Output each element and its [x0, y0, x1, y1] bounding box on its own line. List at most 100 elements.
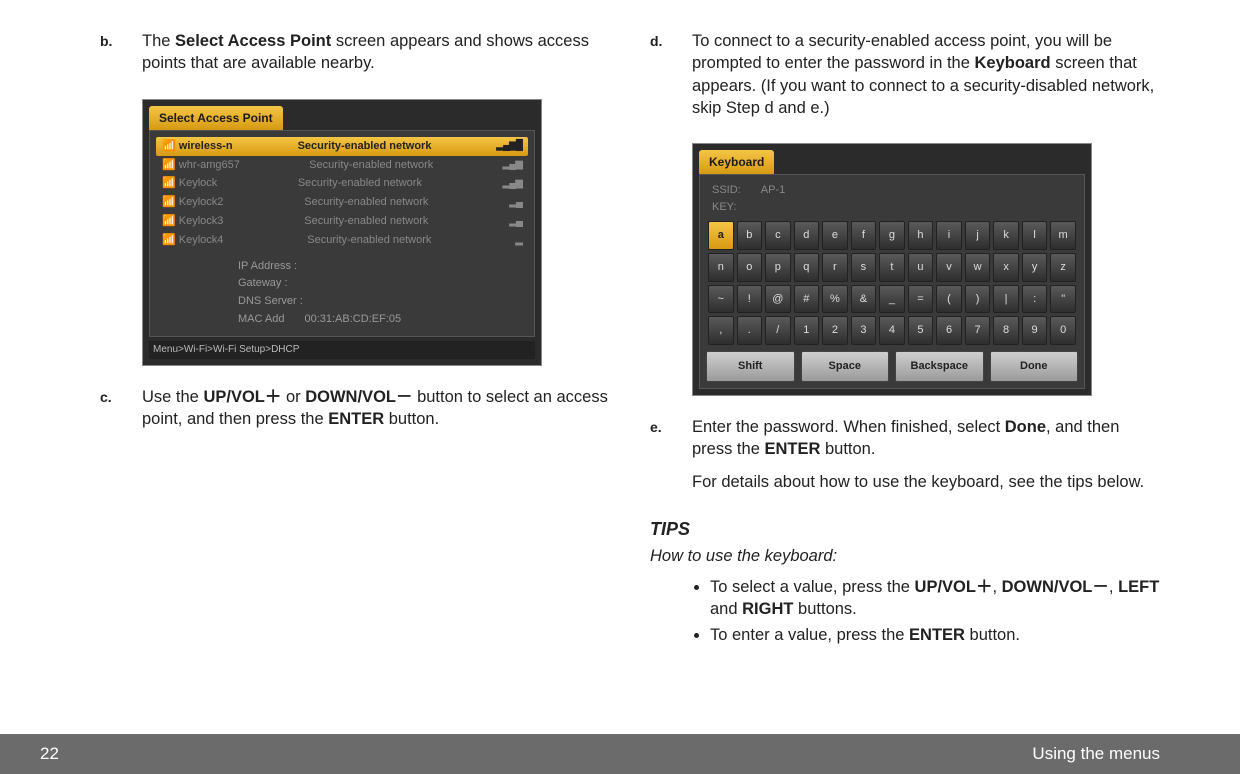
text: To select a value, press the [710, 578, 915, 596]
gateway-label: Gateway : [238, 275, 524, 293]
keyboard-key: m [1050, 221, 1076, 250]
mac-value: 00:31:AB:CD:EF:05 [304, 311, 401, 329]
step-letter: b. [100, 30, 142, 85]
text: button. [965, 626, 1020, 644]
text: The [142, 32, 175, 50]
keyboard-key: t [879, 253, 905, 282]
tip-item: To select a value, press the UP/VOL＋, DO… [710, 576, 1160, 621]
left-column: b. The Select Access Point screen appear… [100, 30, 610, 650]
ap-security: Security-enabled network [298, 139, 432, 154]
ap-security: Security-enabled network [307, 233, 431, 248]
page-footer: 22 Using the menus [0, 734, 1240, 774]
keyboard-key: h [908, 221, 934, 250]
page-number: 22 [40, 744, 59, 764]
ap-name: Keylock2 [179, 196, 224, 208]
bold: UP/VOL＋ [915, 578, 993, 596]
keyboard-key: & [851, 285, 877, 314]
keyboard-key: 7 [965, 316, 991, 345]
ssid-value: AP-1 [761, 183, 785, 198]
bold: ENTER [328, 410, 384, 428]
keyboard-key: s [851, 253, 877, 282]
step-body: Enter the password. When finished, selec… [692, 416, 1160, 503]
keyboard-key: ~ [708, 285, 734, 314]
keyboard-key: r [822, 253, 848, 282]
keyboard-key: 9 [1022, 316, 1048, 345]
ap-row: 📶 Keylock4Security-enabled network▂ [156, 231, 528, 250]
ap-name: Keylock4 [179, 234, 224, 246]
keyboard-key: p [765, 253, 791, 282]
keyboard-key: z [1050, 253, 1076, 282]
keyboard-key: b [737, 221, 763, 250]
bold: Done [1005, 418, 1046, 436]
keyboard-key: ) [965, 285, 991, 314]
step-d: d. To connect to a security-enabled acce… [650, 30, 1160, 129]
bold: RIGHT [742, 600, 793, 618]
keyboard-key: u [908, 253, 934, 282]
step-e: e. Enter the password. When finished, se… [650, 416, 1160, 503]
breadcrumb: Menu>Wi-Fi>Wi-Fi Setup>DHCP [149, 341, 535, 359]
ap-row: 📶 KeylockSecurity-enabled network▂▄▆ [156, 174, 528, 193]
keyboard-key: l [1022, 221, 1048, 250]
ap-name: wireless-n [179, 140, 233, 152]
text: To enter a value, press the [710, 626, 909, 644]
right-column: d. To connect to a security-enabled acce… [650, 30, 1160, 650]
keyboard-key: 8 [993, 316, 1019, 345]
ap-row: 📶 Keylock3Security-enabled network▂▄ [156, 212, 528, 231]
keyboard-key: | [993, 285, 1019, 314]
ap-name: whr-amg657 [179, 159, 240, 171]
text: or [281, 388, 305, 406]
text: and [710, 600, 742, 618]
key-label: KEY: [712, 200, 736, 215]
keyboard-screenshot: Keyboard SSID:AP-1 KEY: abcdefghijklmnop… [692, 143, 1092, 396]
step-letter: c. [100, 386, 142, 441]
text: For details about how to use the keyboar… [692, 471, 1160, 493]
text: Enter the password. When finished, selec… [692, 418, 1005, 436]
ap-security: Security-enabled network [304, 214, 428, 229]
bold: Keyboard [975, 54, 1051, 72]
ap-row: 📶 Keylock2Security-enabled network▂▄ [156, 193, 528, 212]
ap-security: Security-enabled network [304, 195, 428, 210]
keyboard-key: 1 [794, 316, 820, 345]
bold: LEFT [1118, 578, 1159, 596]
ip-label: IP Address : [238, 258, 524, 276]
keyboard-key: d [794, 221, 820, 250]
signal-icon: ▂▄▆ [503, 158, 522, 172]
text: , [992, 578, 1001, 596]
bold: ENTER [909, 626, 965, 644]
step-body: Use the UP/VOL＋ or DOWN/VOL－ button to s… [142, 386, 610, 441]
ap-row: 📶 whr-amg657Security-enabled network▂▄▆ [156, 156, 528, 175]
keyboard-key: ( [936, 285, 962, 314]
keyboard-key: " [1050, 285, 1076, 314]
signal-icon: ▂ [515, 234, 522, 248]
keyboard-key: _ [879, 285, 905, 314]
keyboard-wide-key: Backspace [895, 351, 984, 382]
keyboard-key: 3 [851, 316, 877, 345]
text: Use the [142, 388, 203, 406]
keyboard-key: a [708, 221, 734, 250]
keyboard-key: n [708, 253, 734, 282]
keyboard-key: % [822, 285, 848, 314]
keyboard-key: o [737, 253, 763, 282]
tips-heading: TIPS [650, 517, 1160, 541]
keyboard-key: 6 [936, 316, 962, 345]
keyboard-key: 0 [1050, 316, 1076, 345]
signal-icon: ▂▄▆ [503, 177, 522, 191]
keyboard-key: q [794, 253, 820, 282]
bold: UP/VOL＋ [203, 388, 281, 406]
keyboard-key: i [936, 221, 962, 250]
ssid-label: SSID: [712, 183, 741, 198]
keyboard-key: j [965, 221, 991, 250]
ap-name: Keylock3 [179, 215, 224, 227]
keyboard-key: e [822, 221, 848, 250]
signal-icon: ▂▄▆█ [496, 139, 522, 153]
ap-row-selected: 📶 wireless-n Security-enabled network ▂▄… [156, 137, 528, 156]
bold: DOWN/VOL－ [1002, 578, 1109, 596]
keyboard-key: c [765, 221, 791, 250]
bold: Select Access Point [175, 32, 331, 50]
keyboard-key: : [1022, 285, 1048, 314]
keyboard-key: x [993, 253, 1019, 282]
keyboard-wide-key: Shift [706, 351, 795, 382]
keyboard-key: . [737, 316, 763, 345]
keyboard-wide-key: Space [801, 351, 890, 382]
signal-icon: ▂▄ [509, 215, 522, 229]
